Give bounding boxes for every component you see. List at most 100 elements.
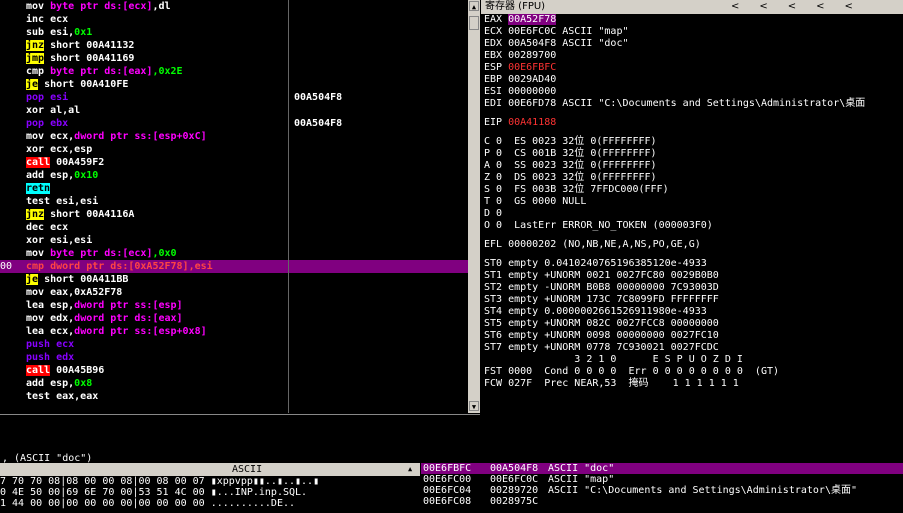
disasm-line[interactable]: pop ebx 00A504F8 [0, 117, 480, 130]
stack-row[interactable]: 00E6FC04 00289720 ASCII "C:\Documents and … [421, 485, 903, 496]
register-line[interactable] [481, 251, 903, 258]
disasm-line[interactable]: push edx [0, 351, 480, 364]
register-line[interactable]: ST0 empty 0.0410240765196385120e-4933 [481, 258, 903, 270]
disasm-line[interactable]: mov ecx,dword ptr ss:[esp+0xC] [0, 130, 480, 143]
register-line[interactable]: ST4 empty 0.0000002661526911980e-4933 [481, 306, 903, 318]
operand: byte ptr ds:[ecx] [50, 1, 153, 12]
disasm-line[interactable]: jnz short 00A4116A [0, 208, 480, 221]
operand: dword ptr ds:[0xA52F78] [50, 261, 189, 272]
register-line[interactable]: D 0 [481, 208, 903, 220]
register-line[interactable]: ESI 00000000 [481, 86, 903, 98]
register-line[interactable]: ST3 empty +UNORM 173C 7C8099FD FFFFFFFF [481, 294, 903, 306]
register-line[interactable] [481, 129, 903, 136]
disasm-line[interactable]: mov edx,dword ptr ds:[eax] [0, 312, 480, 325]
disasm-line[interactable]: cmp byte ptr ds:[eax],0x2E [0, 65, 480, 78]
line-address [0, 26, 10, 39]
disasm-line[interactable]: xor esi,esi [0, 234, 480, 247]
disasm-line[interactable]: mov eax,0xA52F78 [0, 286, 480, 299]
register-line[interactable]: EBP 0029AD40 [481, 74, 903, 86]
chevron-left-icon[interactable]: <<<<< [731, 0, 873, 14]
register-line[interactable] [481, 232, 903, 239]
register-line[interactable]: 3 2 1 0 E S P U O Z D I [481, 354, 903, 366]
register-line[interactable]: C 0 ES 0023 32位 0(FFFFFFFF) [481, 136, 903, 148]
register-line[interactable]: EFL 00000202 (NO,NB,NE,A,NS,PO,GE,G) [481, 239, 903, 251]
line-address [0, 390, 10, 403]
dump-row[interactable]: 1 44 00 00|00 00 00 00|00 00 00 00 .....… [0, 498, 420, 509]
register-line[interactable]: S 0 FS 003B 32位 7FFDC000(FFF) [481, 184, 903, 196]
dump-row[interactable]: 0 4E 50 00|69 6E 70 00|53 51 4C 00 ▮...I… [0, 487, 420, 498]
disasm-line[interactable]: pop esi 00A504F8 [0, 91, 480, 104]
register-line[interactable]: EAX 00A52F78 [481, 14, 903, 26]
stack-pane[interactable]: 00E6FBFC 00A504F8 ASCII "doc" 00E6FC00 00E6F… [421, 463, 903, 513]
register-line[interactable]: EDI 00E6FD78 ASCII "C:\Documents and Set… [481, 98, 903, 110]
disasm-line[interactable]: test esi,esi [0, 195, 480, 208]
register-line[interactable]: O 0 LastErr ERROR_NO_TOKEN (000003F0) [481, 220, 903, 232]
register-line[interactable]: FCW 027F Prec NEAR,53 掩码 1 1 1 1 1 1 [481, 378, 903, 390]
dump-row[interactable]: 7 70 70 08|08 00 00 08|00 08 00 07 ▮xppv… [0, 476, 420, 487]
disasm-line[interactable]: push ecx [0, 338, 480, 351]
register-line[interactable]: Z 0 DS 0023 32位 0(FFFFFFFF) [481, 172, 903, 184]
register-line[interactable]: ST6 empty +UNORM 0098 00000000 0027FC10 [481, 330, 903, 342]
mnemonic: lea esp, [26, 300, 75, 311]
register-line[interactable]: P 0 CS 001B 32位 0(FFFFFFFF) [481, 148, 903, 160]
operand-rest: 0x10 [74, 170, 99, 181]
disasm-line[interactable]: test eax,eax [0, 390, 480, 403]
stack-row[interactable]: 00E6FBFC 00A504F8 ASCII "doc" [421, 463, 903, 474]
stack-value: 00E6FC0C [490, 474, 539, 485]
disasm-line[interactable]: call 00A45B96 [0, 364, 480, 377]
disasm-line[interactable]: 00 cmp dword ptr ds:[0xA52F78],esi [0, 260, 480, 273]
disasm-line[interactable]: xor al,al [0, 104, 480, 117]
register-line[interactable]: EIP 00A41188 [481, 117, 903, 129]
register-line[interactable]: EBX 00289700 [481, 50, 903, 62]
disasm-line[interactable]: jmp short 00A41169 [0, 52, 480, 65]
disasm-line[interactable]: add esp,0x8 [0, 377, 480, 390]
register-line[interactable]: ST7 empty +UNORM 0778 7C930021 0027FCDC [481, 342, 903, 354]
dump-ascii-header: ASCII [232, 464, 263, 475]
registers-title-bar[interactable]: 寄存器 (FPU) <<<<< [481, 0, 903, 14]
register-line[interactable]: FST 0000 Cond 0 0 0 0 Err 0 0 0 0 0 0 0 … [481, 366, 903, 378]
line-address [0, 325, 10, 338]
register-line[interactable] [481, 110, 903, 117]
register-line[interactable]: ECX 00E6FC0C ASCII "map" [481, 26, 903, 38]
disasm-line[interactable]: lea esp,dword ptr ss:[esp] [0, 299, 480, 312]
disasm-line[interactable]: je short 00A411BB [0, 273, 480, 286]
disasm-line[interactable]: add esp,0x10 [0, 169, 480, 182]
registers-pane[interactable]: 寄存器 (FPU) <<<<< EAX 00A52F78 ECX 00E6FC0C… [481, 0, 903, 462]
disasm-line[interactable]: retn [0, 182, 480, 195]
disasm-line[interactable]: xor ecx,esp [0, 143, 480, 156]
register-line[interactable]: A 0 SS 0023 32位 0(FFFFFFFF) [481, 160, 903, 172]
disasm-line[interactable]: inc ecx [0, 13, 480, 26]
line-address [0, 221, 10, 234]
memory-dump-pane[interactable]: ASCII ▲ 7 70 70 08|08 00 00 08|00 08 00 … [0, 463, 420, 513]
disasm-line[interactable]: sub esi,0x1 [0, 26, 480, 39]
disasm-line[interactable]: jnz short 00A41132 [0, 39, 480, 52]
register-line[interactable]: ST2 empty -UNORM B0B8 00000000 7C93003D [481, 282, 903, 294]
disassembly-lines: mov byte ptr ds:[ecx],dl inc ecx sub esi,0… [0, 0, 480, 403]
scroll-up-icon[interactable]: ▲ [408, 463, 412, 476]
stack-row[interactable]: 00E6FC00 00E6FC0C ASCII "map" [421, 474, 903, 485]
stack-address: 00E6FC04 [421, 485, 490, 496]
register-line[interactable]: ST1 empty +UNORM 0021 0027FC80 0029B0B0 [481, 270, 903, 282]
scroll-down-icon[interactable]: ▼ [469, 401, 479, 411]
info-pane: , (ASCII "doc") [0, 414, 480, 463]
instruction: dec ecx [26, 221, 288, 234]
stack-row[interactable]: 00E6FC08 0028975C [421, 496, 903, 507]
disasm-line[interactable]: call 00A459F2 [0, 156, 480, 169]
register-line[interactable]: ESP 00E6FBFC [481, 62, 903, 74]
register-line[interactable]: T 0 GS 0000 NULL [481, 196, 903, 208]
disasm-scrollbar[interactable]: ▲ ▼ [468, 0, 480, 413]
mnemonic: mov [26, 1, 51, 12]
disasm-line[interactable]: lea ecx,dword ptr ss:[esp+0x8] [0, 325, 480, 338]
scroll-thumb[interactable] [469, 16, 479, 30]
scroll-up-icon[interactable]: ▲ [469, 1, 479, 11]
register-line[interactable]: ST5 empty +UNORM 082C 0027FCC8 00000000 [481, 318, 903, 330]
instruction: mov byte ptr ds:[ecx],0x0 [26, 247, 288, 260]
disassembly-pane[interactable]: mov byte ptr ds:[ecx],dl inc ecx sub esi,0… [0, 0, 480, 413]
line-address: 00 [0, 261, 13, 272]
disasm-line[interactable]: je short 00A410FE [0, 78, 480, 91]
operand: dword ptr ss:[esp] [74, 300, 183, 311]
disasm-line[interactable]: mov byte ptr ds:[ecx],0x0 [0, 247, 480, 260]
disasm-line[interactable]: mov byte ptr ds:[ecx],dl [0, 0, 480, 13]
disasm-line[interactable]: dec ecx [0, 221, 480, 234]
register-line[interactable]: EDX 00A504F8 ASCII "doc" [481, 38, 903, 50]
